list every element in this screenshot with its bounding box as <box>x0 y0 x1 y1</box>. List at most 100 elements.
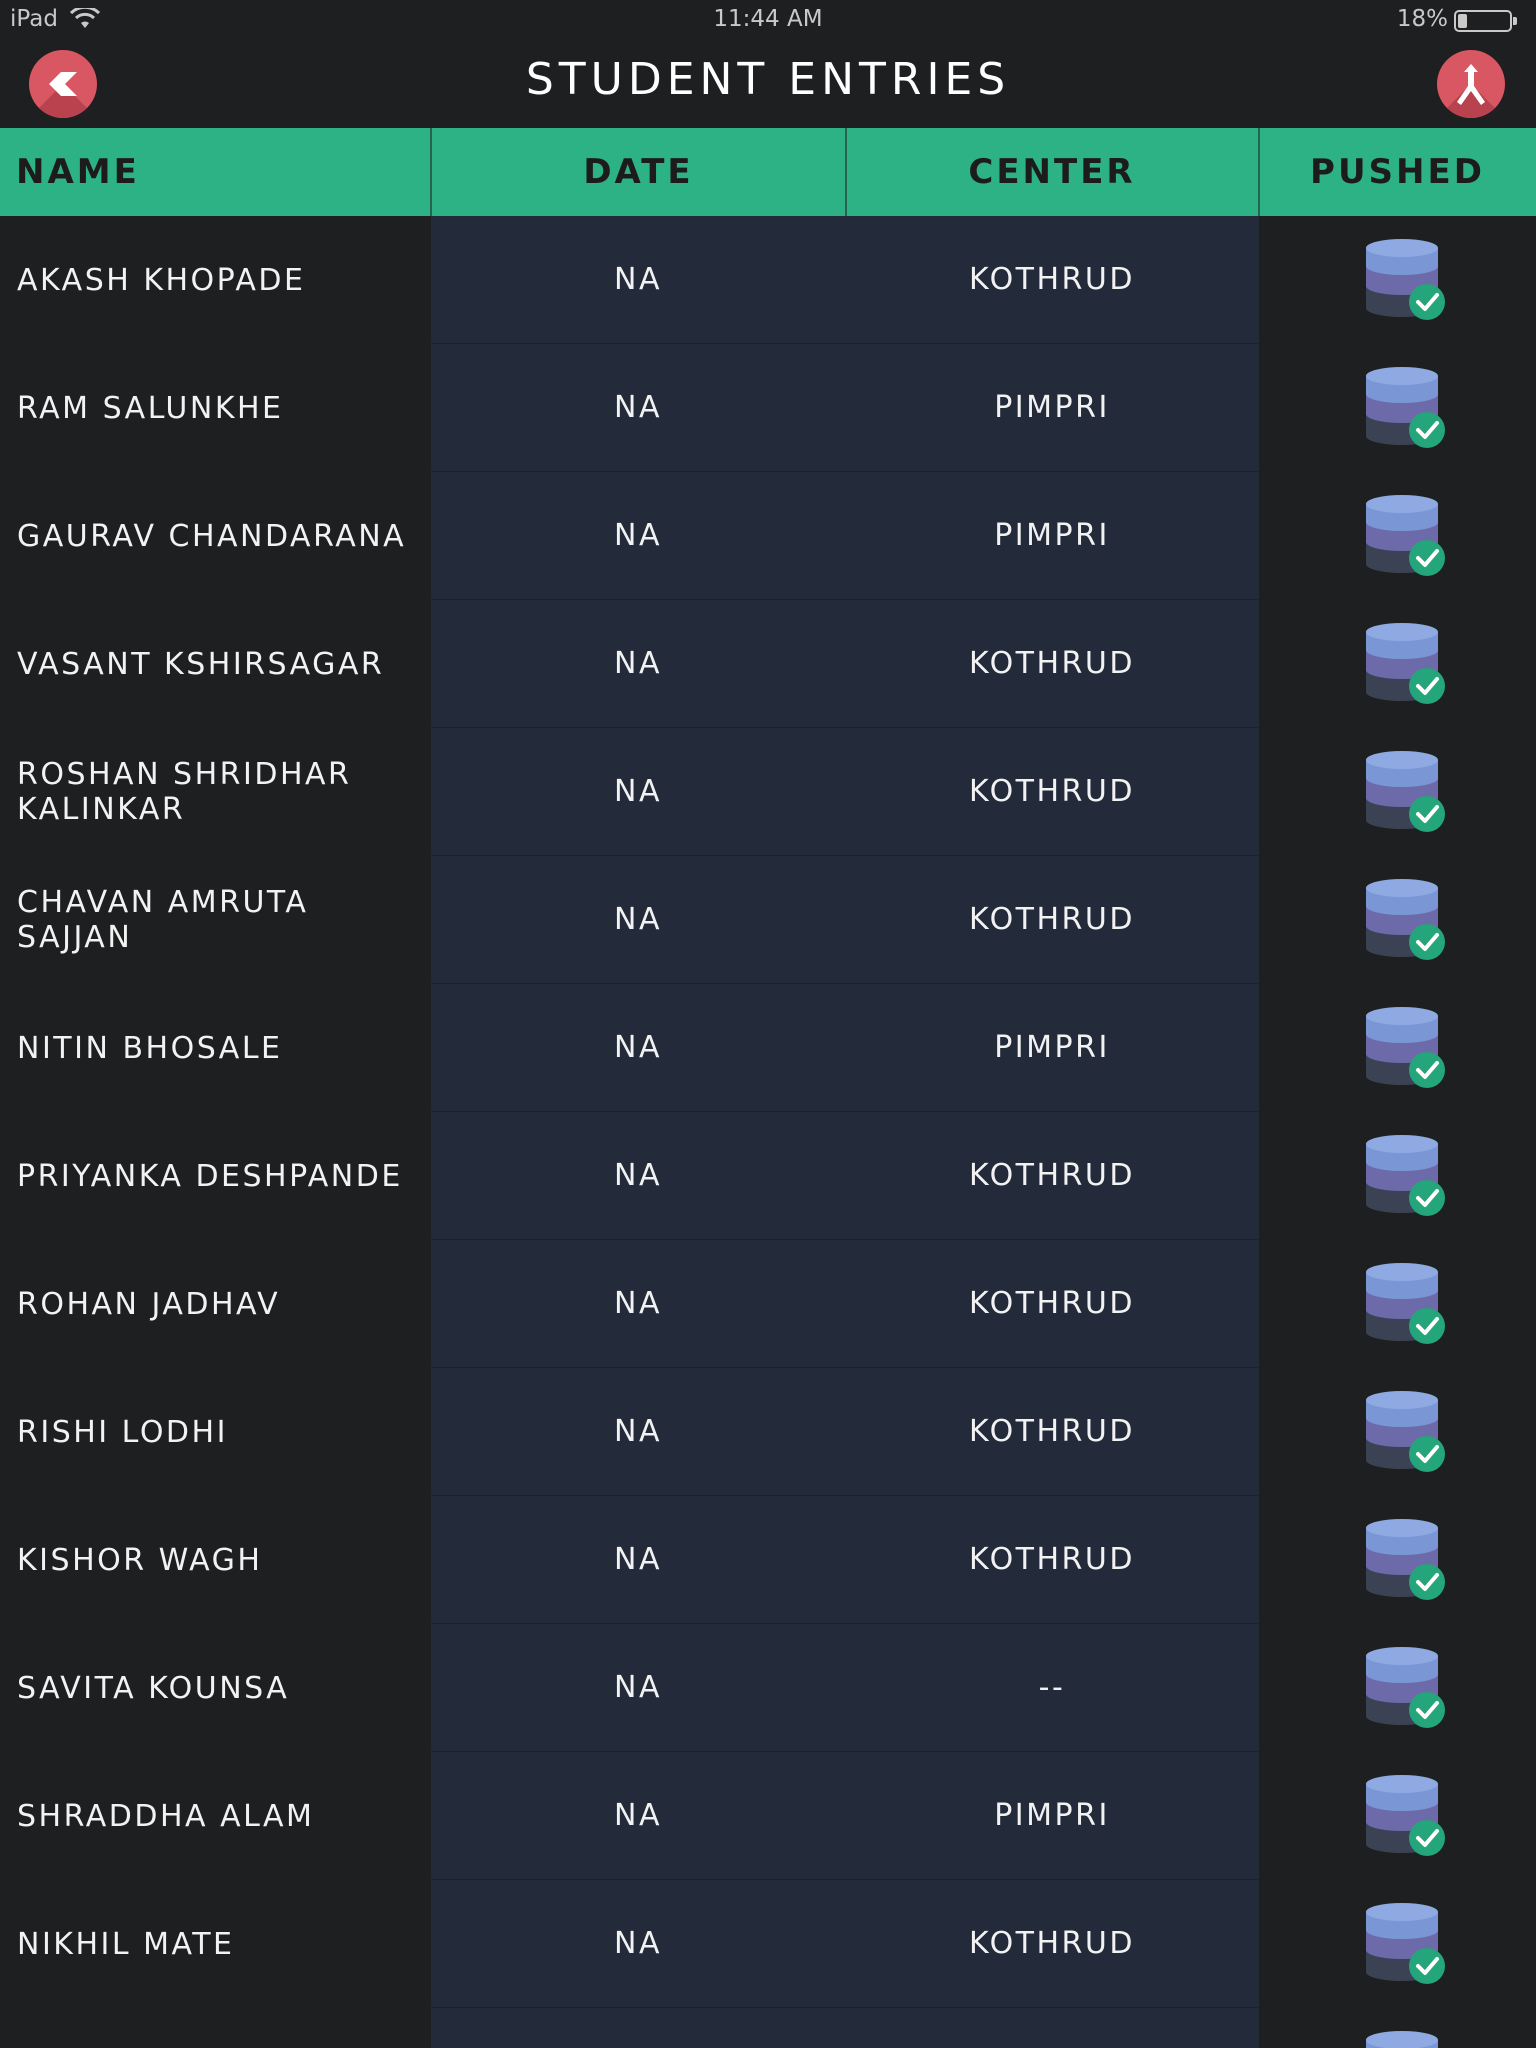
center-name: KOTHRUD <box>969 1542 1135 1577</box>
entry-date: NA <box>614 1158 662 1193</box>
entries-table: NAME DATE CENTER PUSHED AKASH KHOPADE NA… <box>0 128 1536 2048</box>
student-name: NITIN BHOSALE <box>17 1030 283 1066</box>
student-name: ROHAN JADHAV <box>17 1286 281 1322</box>
entry-date: NA <box>614 518 662 553</box>
pushed-status <box>1259 1496 1536 1624</box>
database-check-icon <box>1366 1647 1445 1728</box>
student-name: SAVITA KOUNSA <box>17 1670 290 1706</box>
center-name: -- <box>1038 1670 1066 1705</box>
table-row[interactable]: SHRADDHA ALAM NA PIMPRI <box>0 1752 1536 1880</box>
header-date: DATE <box>583 152 694 192</box>
center-name: KOTHRUD <box>969 262 1135 297</box>
table-row[interactable]: CHAVAN AMRUTA SAJJAN NA KOTHRUD <box>0 856 1536 984</box>
pushed-status <box>1259 1368 1536 1496</box>
student-name: KISHOR WAGH <box>17 1542 263 1578</box>
pushed-status <box>1259 216 1536 344</box>
table-row[interactable]: SAVITA KOUNSA NA -- <box>0 1624 1536 1752</box>
table-row[interactable]: ROSHAN SHRIDHAR KALINKAR NA KOTHRUD <box>0 728 1536 856</box>
center-name: KOTHRUD <box>969 1158 1135 1193</box>
center-name: PIMPRI <box>994 518 1110 553</box>
database-check-icon <box>1366 2031 1438 2048</box>
table-row[interactable]: RISHI LODHI NA KOTHRUD <box>0 1368 1536 1496</box>
student-name: RAM SALUNKHE <box>17 390 284 426</box>
center-name: KOTHRUD <box>969 1926 1135 1961</box>
entry-date: NA <box>614 1542 662 1577</box>
table-row[interactable]: NITIN BHOSALE NA PIMPRI <box>0 984 1536 1112</box>
student-name: RISHI LODHI <box>17 1414 228 1450</box>
entry-date: NA <box>614 1798 662 1833</box>
student-name: CHAVAN AMRUTA SAJJAN <box>17 885 309 955</box>
table-row[interactable]: RAM SALUNKHE NA PIMPRI <box>0 344 1536 472</box>
merge-button[interactable] <box>1437 50 1505 118</box>
student-name: AKASH KHOPADE <box>17 262 306 298</box>
entry-date: NA <box>614 1926 662 1961</box>
database-check-icon <box>1366 623 1445 704</box>
entry-date: NA <box>614 1030 662 1065</box>
pushed-status <box>1259 1880 1536 2008</box>
student-name: GAURAV CHANDARANA <box>17 518 407 554</box>
table-row[interactable]: VASANT KSHIRSAGAR NA KOTHRUD <box>0 600 1536 728</box>
database-check-icon <box>1366 1391 1445 1472</box>
header-name: NAME <box>16 152 140 192</box>
entry-date <box>431 2008 845 2048</box>
database-check-icon <box>1366 751 1445 832</box>
student-name: VASANT KSHIRSAGAR <box>17 646 385 682</box>
entry-date: NA <box>614 774 662 809</box>
battery-level <box>1458 14 1467 28</box>
pushed-status <box>1259 856 1536 984</box>
pushed-status <box>1259 728 1536 856</box>
pushed-status <box>1259 472 1536 600</box>
table-row[interactable]: GAURAV CHANDARANA NA PIMPRI <box>0 472 1536 600</box>
entry-date: NA <box>614 902 662 937</box>
battery-icon <box>1454 10 1517 32</box>
table-rows[interactable]: AKASH KHOPADE NA KOTHRUD RAM SALUNKHE NA… <box>0 216 1536 2048</box>
table-row[interactable]: ROHAN JADHAV NA KOTHRUD <box>0 1240 1536 1368</box>
entry-date: NA <box>614 1286 662 1321</box>
database-check-icon <box>1366 1263 1445 1344</box>
pushed-status <box>1259 1752 1536 1880</box>
entry-date: NA <box>614 262 662 297</box>
database-check-icon <box>1366 367 1445 448</box>
database-check-icon <box>1366 1135 1445 1216</box>
pushed-status <box>1259 1240 1536 1368</box>
center-name: KOTHRUD <box>969 1286 1135 1321</box>
database-check-icon <box>1366 1903 1445 1984</box>
table-row[interactable] <box>0 2008 1536 2048</box>
page-title: STUDENT ENTRIES <box>525 54 1011 105</box>
table-row[interactable]: NIKHIL MATE NA KOTHRUD <box>0 1880 1536 2008</box>
status-bar: iPad 11:44 AM 18% <box>0 0 1536 40</box>
table-body: AKASH KHOPADE NA KOTHRUD RAM SALUNKHE NA… <box>0 216 1536 2048</box>
pushed-status <box>1259 1112 1536 1240</box>
center-name: PIMPRI <box>994 390 1110 425</box>
center-name: KOTHRUD <box>969 902 1135 937</box>
pushed-status <box>1259 2008 1536 2048</box>
status-time: 11:44 AM <box>713 6 823 32</box>
student-name: ROSHAN SHRIDHAR KALINKAR <box>17 757 352 827</box>
header-pushed: PUSHED <box>1310 152 1485 192</box>
center-name: KOTHRUD <box>969 1414 1135 1449</box>
table-row[interactable]: KISHOR WAGH NA KOTHRUD <box>0 1496 1536 1624</box>
center-name <box>846 2008 1258 2048</box>
merge-icon <box>1457 64 1485 105</box>
table-header: NAME DATE CENTER PUSHED <box>0 128 1536 216</box>
center-name: PIMPRI <box>994 1030 1110 1065</box>
database-check-icon <box>1366 879 1445 960</box>
center-name: KOTHRUD <box>969 646 1135 681</box>
nav-bar: STUDENT ENTRIES <box>0 40 1536 128</box>
entry-date: NA <box>614 646 662 681</box>
entry-date: NA <box>614 390 662 425</box>
entry-date: NA <box>614 1670 662 1705</box>
database-check-icon <box>1366 1775 1445 1856</box>
battery-percent: 18% <box>1396 6 1448 32</box>
student-name: NIKHIL MATE <box>17 1926 235 1962</box>
table-row[interactable]: PRIYANKA DESHPANDE NA KOTHRUD <box>0 1112 1536 1240</box>
pushed-status <box>1259 1624 1536 1752</box>
pushed-status <box>1259 344 1536 472</box>
database-check-icon <box>1366 239 1445 320</box>
center-name: KOTHRUD <box>969 774 1135 809</box>
database-check-icon <box>1366 495 1445 576</box>
header-center: CENTER <box>968 152 1136 192</box>
pushed-status <box>1259 984 1536 1112</box>
table-row[interactable]: AKASH KHOPADE NA KOTHRUD <box>0 216 1536 344</box>
database-check-icon <box>1366 1007 1445 1088</box>
